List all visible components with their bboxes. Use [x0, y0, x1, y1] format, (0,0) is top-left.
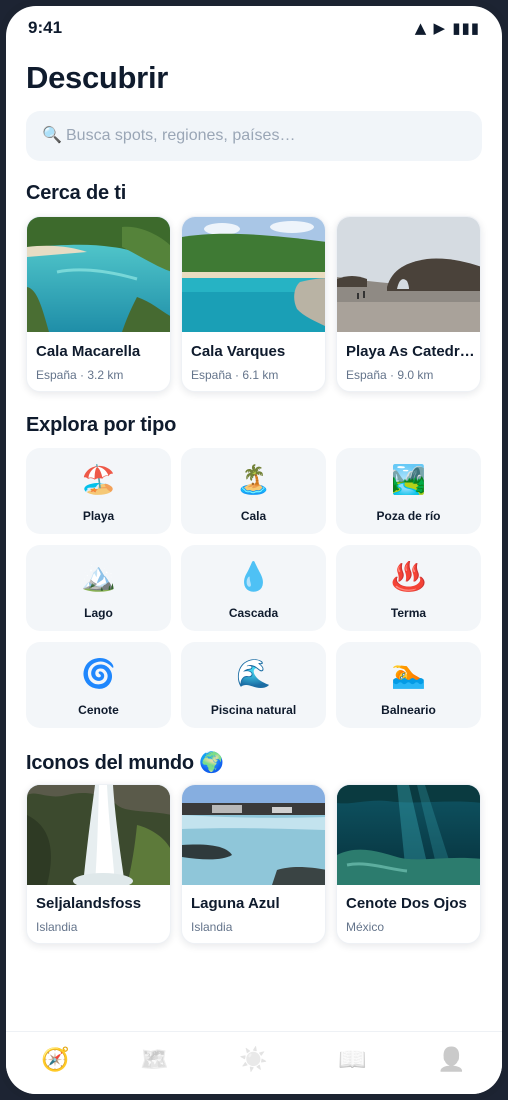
nearby-list: Cala Macarella España · 3.2 km Cala Varq… — [26, 216, 482, 392]
spot-photo — [182, 217, 325, 332]
section-title-world-icons: Iconos del mundo 🌍 — [26, 752, 224, 774]
spot-meta: España · 3.2 km — [36, 368, 124, 382]
mountain-icon: 🏔️ — [81, 560, 116, 593]
spot-photo — [27, 217, 170, 332]
spot-meta: España · 9.0 km — [346, 368, 434, 382]
spot-photo — [182, 785, 325, 885]
tab-profile[interactable]: 👤 — [402, 1032, 501, 1092]
tab-journal[interactable]: 📖 — [303, 1032, 402, 1092]
spot-card-cenote-dos-ojos[interactable]: Cenote Dos Ojos México — [336, 784, 481, 944]
screen: 9:41 ▲ ▶ ▮▮▮ Descubrir 🔍 Cerca de ti — [6, 6, 502, 1094]
spot-name: Cala Macarella — [36, 343, 141, 360]
phone-frame: 9:41 ▲ ▶ ▮▮▮ Descubrir 🔍 Cerca de ti — [0, 0, 508, 1100]
swimmer-icon: 🏊 — [391, 657, 426, 690]
map-icon: 🗺️ — [140, 1047, 169, 1073]
type-tile-poza-de-rio[interactable]: 🏞️ Poza de río — [336, 448, 481, 534]
tab-discover[interactable]: 🧭 — [6, 1032, 105, 1092]
section-title-nearby: Cerca de ti — [26, 182, 127, 204]
tab-bar: 🧭 🗺️ ☀️ 📖 👤 — [6, 1031, 502, 1094]
type-label: Piscina natural — [210, 703, 297, 717]
island-icon: 🏝️ — [236, 463, 271, 496]
spot-name: Cala Varques — [191, 343, 286, 360]
search-input[interactable] — [66, 111, 466, 161]
type-tile-piscina-natural[interactable]: 🌊 Piscina natural — [181, 642, 326, 728]
spot-name: Cenote Dos Ojos — [346, 895, 467, 912]
type-tile-playa[interactable]: 🏖️ Playa — [26, 448, 171, 534]
spot-meta: Islandia — [36, 920, 78, 934]
type-tile-cala[interactable]: 🏝️ Cala — [181, 448, 326, 534]
spot-card-cala-varques[interactable]: Cala Varques España · 6.1 km — [181, 216, 326, 392]
type-label: Cala — [240, 509, 267, 523]
hot-springs-icon: ♨️ — [391, 560, 426, 593]
spot-meta: España · 6.1 km — [191, 368, 279, 382]
search-icon: 🔍 — [42, 125, 62, 144]
type-tile-balneario[interactable]: 🏊 Balneario — [336, 642, 481, 728]
type-label: Poza de río — [376, 509, 441, 523]
book-icon: 📖 — [338, 1047, 367, 1073]
spot-photo — [337, 217, 480, 332]
type-tile-terma[interactable]: ♨️ Terma — [336, 545, 481, 631]
national-park-icon: 🏞️ — [391, 463, 426, 496]
water-drop-icon: 💧 — [236, 560, 271, 593]
type-tile-cenote[interactable]: 🌀 Cenote — [26, 642, 171, 728]
beach-umbrella-icon: 🏖️ — [81, 463, 116, 496]
page-title: Descubrir — [26, 60, 169, 95]
status-icons: ▲ ▶ ▮▮▮ — [414, 19, 480, 37]
spot-meta: Islandia — [191, 920, 233, 934]
sun-icon: ☀️ — [239, 1047, 268, 1073]
spot-name: Playa As Catedr… — [346, 343, 475, 360]
world-icons-list: Seljalandsfoss Islandia Laguna Azul Isla… — [26, 784, 482, 944]
type-label: Balneario — [381, 703, 436, 717]
type-tile-cascada[interactable]: 💧 Cascada — [181, 545, 326, 631]
cyclone-icon: 🌀 — [81, 657, 116, 690]
spot-card-cala-macarella[interactable]: Cala Macarella España · 3.2 km — [26, 216, 171, 392]
spot-meta: México — [346, 920, 385, 934]
wave-icon: 🌊 — [236, 657, 271, 690]
search-bar[interactable]: 🔍 — [26, 111, 482, 161]
spot-card-seljalandsfoss[interactable]: Seljalandsfoss Islandia — [26, 784, 171, 944]
tab-map[interactable]: 🗺️ — [105, 1032, 204, 1092]
section-title-types: Explora por tipo — [26, 414, 177, 436]
type-label: Terma — [390, 606, 427, 620]
type-tile-lago[interactable]: 🏔️ Lago — [26, 545, 171, 631]
profile-icon: 👤 — [437, 1047, 466, 1073]
spot-name: Seljalandsfoss — [36, 895, 142, 912]
spot-card-laguna-azul[interactable]: Laguna Azul Islandia — [181, 784, 326, 944]
compass-icon: 🧭 — [41, 1047, 70, 1073]
type-label: Cascada — [228, 606, 279, 620]
spot-photo — [27, 785, 170, 885]
status-time: 9:41 — [28, 18, 63, 37]
tab-weather[interactable]: ☀️ — [204, 1032, 303, 1092]
spot-card-playa-as-catedrales[interactable]: Playa As Catedr… España · 9.0 km — [336, 216, 481, 392]
type-label: Cenote — [78, 703, 119, 717]
type-label: Lago — [84, 606, 113, 620]
spot-name: Laguna Azul — [191, 895, 280, 912]
spot-photo — [337, 785, 480, 885]
type-label: Playa — [82, 509, 115, 523]
status-bar: 9:41 ▲ ▶ ▮▮▮ — [6, 6, 502, 50]
